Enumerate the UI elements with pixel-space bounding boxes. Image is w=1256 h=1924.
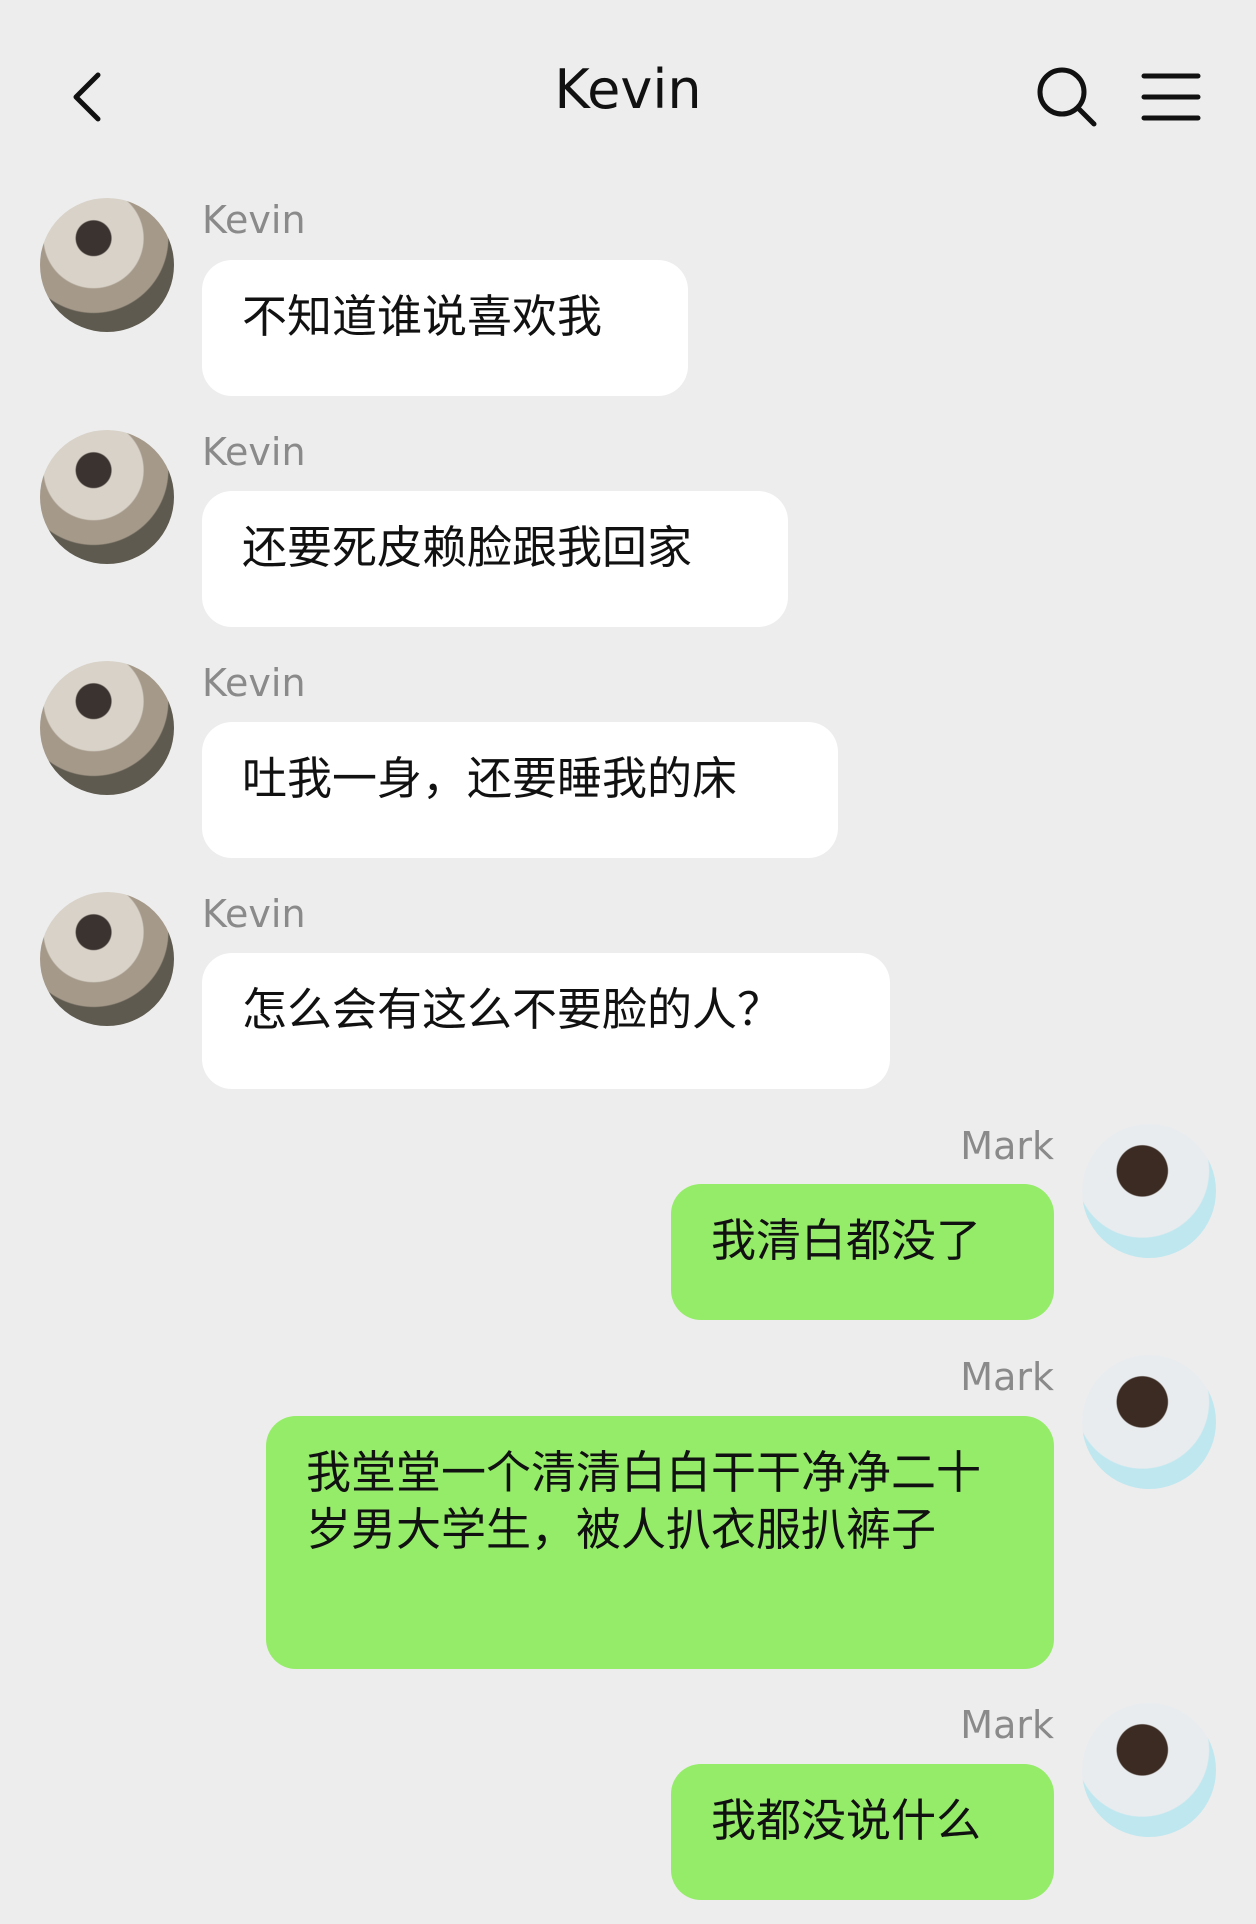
message-bubble[interactable]: 怎么会有这么不要脸的人？ xyxy=(202,953,890,1089)
avatar[interactable] xyxy=(1082,1703,1216,1837)
message-bubble[interactable]: 不知道谁说喜欢我 xyxy=(202,260,688,396)
avatar[interactable] xyxy=(40,198,174,332)
menu-button[interactable] xyxy=(1136,62,1206,132)
sender-name: Mark xyxy=(960,1703,1054,1747)
avatar[interactable] xyxy=(40,430,174,564)
message-bubble[interactable]: 我都没说什么 xyxy=(671,1764,1054,1900)
sender-name: Kevin xyxy=(202,661,306,705)
avatar[interactable] xyxy=(1082,1355,1216,1489)
chat-header: Kevin xyxy=(0,0,1256,190)
avatar[interactable] xyxy=(40,892,174,1026)
avatar[interactable] xyxy=(1082,1124,1216,1258)
sender-name: Kevin xyxy=(202,892,306,936)
sender-name: Mark xyxy=(960,1124,1054,1168)
avatar[interactable] xyxy=(40,661,174,795)
search-icon xyxy=(1037,67,1097,127)
message-bubble[interactable]: 我清白都没了 xyxy=(671,1184,1054,1320)
menu-icon xyxy=(1141,73,1201,121)
message-bubble[interactable]: 吐我一身，还要睡我的床 xyxy=(202,722,838,858)
message-bubble[interactable]: 我堂堂一个清清白白干干净净二十岁男大学生，被人扒衣服扒裤子 xyxy=(266,1416,1054,1669)
message-bubble[interactable]: 还要死皮赖脸跟我回家 xyxy=(202,491,788,627)
sender-name: Kevin xyxy=(202,198,306,242)
sender-name: Kevin xyxy=(202,430,306,474)
search-button[interactable] xyxy=(1032,62,1102,132)
sender-name: Mark xyxy=(960,1355,1054,1399)
